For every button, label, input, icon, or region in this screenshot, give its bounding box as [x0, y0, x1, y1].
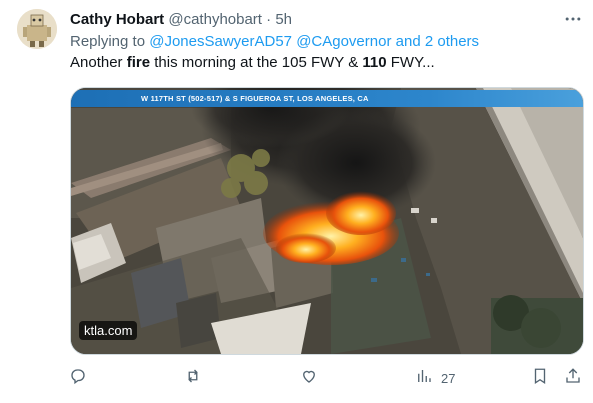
avatar[interactable] — [17, 9, 57, 49]
like-icon — [300, 367, 318, 390]
views-button[interactable]: 27 — [415, 366, 455, 390]
mention-jonessawyer[interactable]: @JonesSawyerAD57 — [149, 33, 292, 50]
mention-others[interactable]: 2 others — [425, 33, 479, 50]
replying-and: and — [395, 33, 421, 50]
tweet-text-bold: fire — [126, 54, 151, 71]
share-button[interactable] — [564, 366, 582, 390]
author-name[interactable]: Cathy Hobart — [70, 11, 164, 28]
views-icon — [415, 367, 433, 390]
retweet-icon — [184, 367, 202, 390]
tweet-text: Another fire this morning at the 105 FWY… — [70, 53, 435, 73]
tweet-video[interactable]: W 117TH ST (502-517) & S FIGUEROA ST, LO… — [70, 87, 584, 355]
reply-icon — [69, 367, 87, 390]
aerial-fire-scene — [71, 88, 583, 354]
bookmark-icon — [531, 367, 549, 390]
replying-prefix: Replying to — [70, 33, 146, 50]
more-icon[interactable] — [561, 9, 585, 29]
mention-cagovernor[interactable]: @CAgovernor — [296, 33, 391, 50]
location-banner: W 117TH ST (502-517) & S FIGUEROA ST, LO… — [71, 90, 583, 107]
views-count: 27 — [441, 370, 456, 386]
author-handle[interactable]: @cathyhobart — [168, 11, 262, 28]
tweet-actions: 27 — [68, 366, 588, 390]
like-button[interactable] — [300, 366, 318, 390]
replying-to: Replying to @JonesSawyerAD57 @CAgovernor… — [70, 32, 479, 52]
tweet-text-part: FWY... — [386, 54, 435, 71]
tweet-header: Cathy Hobart @cathyhobart · 5h — [70, 10, 292, 30]
share-icon — [564, 367, 582, 390]
tweet-text-part: Another — [70, 54, 127, 71]
tweet-text-part: this morning at the 105 FWY & — [150, 54, 363, 71]
tweet: Cathy Hobart @cathyhobart · 5h Replying … — [0, 0, 593, 403]
bookmark-button[interactable] — [531, 366, 549, 390]
source-watermark: ktla.com — [79, 321, 138, 340]
separator-dot: · — [266, 11, 272, 28]
tweet-text-bold: 110 — [362, 54, 387, 71]
tweet-time[interactable]: 5h — [275, 11, 292, 28]
reply-button[interactable] — [69, 366, 87, 390]
retweet-button[interactable] — [184, 366, 202, 390]
